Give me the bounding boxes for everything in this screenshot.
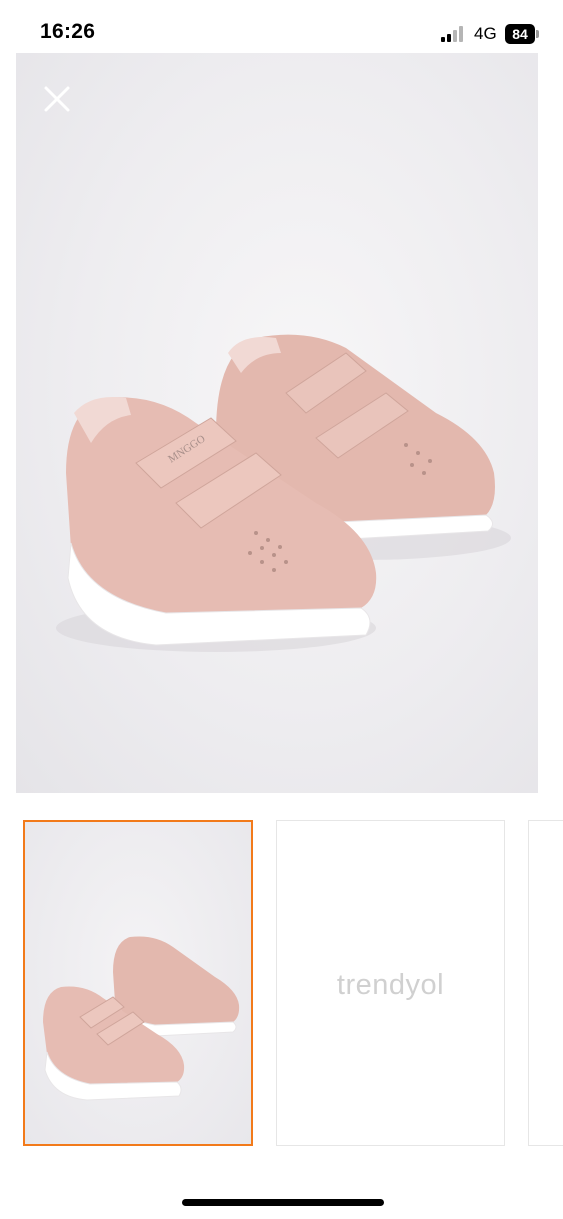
status-bar: 16:26 4G 84: [0, 0, 563, 52]
placeholder-brand-text: trendyol: [336, 969, 445, 1001]
home-indicator[interactable]: [182, 1199, 384, 1206]
gallery-thumbnail-2[interactable]: trendyol: [276, 820, 505, 1146]
battery-tip: [536, 30, 539, 38]
status-time: 16:26: [40, 20, 96, 43]
gallery-thumbnail-1[interactable]: [23, 820, 253, 1146]
battery-level: 84: [505, 24, 535, 44]
thumbnail-image: [25, 822, 251, 1144]
main-product-image[interactable]: MNGGO: [16, 53, 538, 793]
shoe-illustration: MNGGO: [56, 334, 511, 652]
network-type: 4G: [474, 24, 497, 43]
close-icon[interactable]: [40, 82, 74, 116]
signal-icon: [441, 26, 463, 42]
gallery-thumbnail-3[interactable]: [528, 820, 563, 1146]
